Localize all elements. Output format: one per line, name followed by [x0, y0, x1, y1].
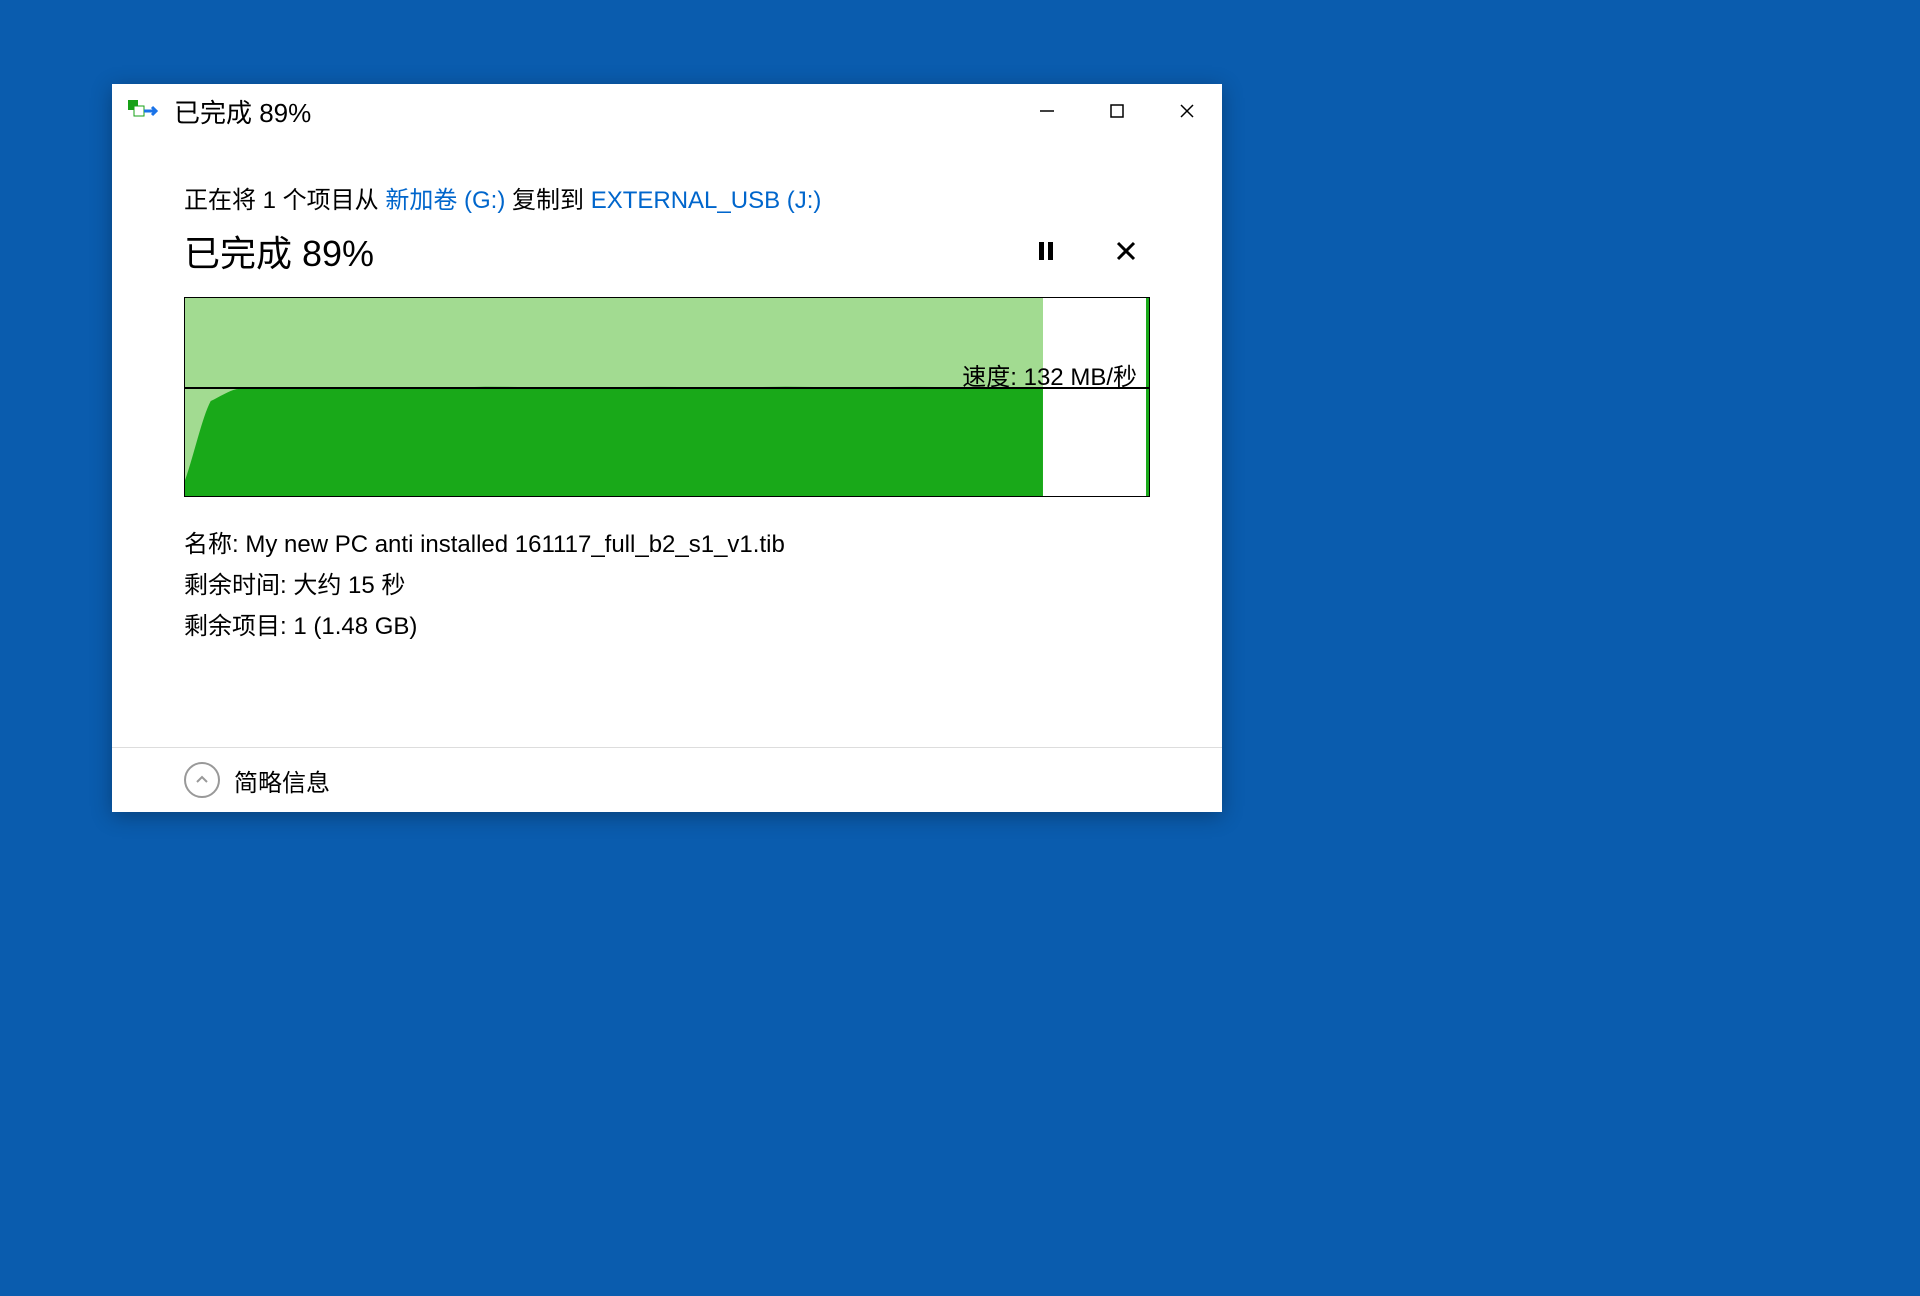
source-link[interactable]: 新加卷 (G:)	[385, 187, 505, 214]
copy-progress-icon	[128, 98, 162, 124]
copy-prefix: 正在将 1 个项目从	[184, 187, 385, 214]
progress-percent-label: 已完成 89%	[184, 225, 1030, 277]
detail-time: 剩余时间: 大约 15 秒	[184, 566, 1150, 607]
items-label: 剩余项目:	[184, 613, 293, 640]
chart-right-border	[1146, 298, 1149, 496]
speed-curve	[185, 298, 1043, 496]
time-value: 大约 15 秒	[293, 572, 405, 599]
name-label: 名称:	[184, 531, 245, 558]
maximize-button[interactable]	[1082, 84, 1152, 138]
dialog-footer: 简略信息	[112, 747, 1222, 812]
name-value: My new PC anti installed 161117_full_b2_…	[245, 531, 784, 558]
progress-row: 已完成 89%	[184, 225, 1150, 277]
window-controls	[1012, 84, 1222, 138]
dialog-content: 正在将 1 个项目从 新加卷 (G:) 复制到 EXTERNAL_USB (J:…	[112, 138, 1222, 747]
window-title: 已完成 89%	[174, 93, 1012, 130]
detail-items: 剩余项目: 1 (1.48 GB)	[184, 607, 1150, 648]
transfer-details: 名称: My new PC anti installed 161117_full…	[184, 525, 1150, 647]
close-button[interactable]	[1152, 84, 1222, 138]
cancel-button[interactable]	[1110, 235, 1142, 267]
progress-controls	[1030, 235, 1150, 267]
toggle-details-button[interactable]	[184, 762, 220, 798]
speed-chart: 速度: 132 MB/秒	[184, 297, 1150, 497]
minimize-button[interactable]	[1012, 84, 1082, 138]
speed-label: 速度: 132 MB/秒	[962, 357, 1137, 392]
items-value: 1 (1.48 GB)	[293, 613, 417, 640]
file-copy-dialog: 已完成 89% 正在将 1 个项目从 新加卷 (G:) 复制到 EXTERNAL…	[112, 84, 1222, 812]
time-label: 剩余时间:	[184, 572, 293, 599]
detail-name: 名称: My new PC anti installed 161117_full…	[184, 525, 1150, 566]
copy-mid: 复制到	[505, 187, 590, 214]
titlebar[interactable]: 已完成 89%	[112, 84, 1222, 138]
pause-button[interactable]	[1030, 235, 1062, 267]
copy-description: 正在将 1 个项目从 新加卷 (G:) 复制到 EXTERNAL_USB (J:…	[184, 180, 1150, 215]
chart-remaining	[1043, 298, 1149, 496]
toggle-details-label[interactable]: 简略信息	[234, 763, 330, 798]
dest-link[interactable]: EXTERNAL_USB (J:)	[591, 187, 822, 214]
